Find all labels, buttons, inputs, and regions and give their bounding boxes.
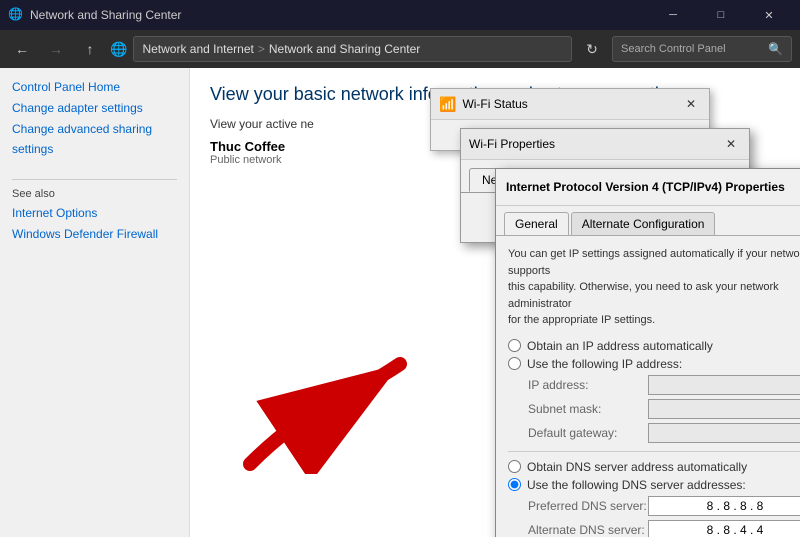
sidebar-item-windows-firewall[interactable]: Windows Defender Firewall: [12, 225, 177, 244]
search-placeholder: Search Control Panel: [621, 43, 726, 55]
sidebar-item-internet-options[interactable]: Internet Options: [12, 204, 177, 223]
wifi-props-title: Wi-Fi Properties: [469, 137, 721, 151]
sidebar-item-control-panel-home[interactable]: Control Panel Home: [12, 78, 177, 97]
window-controls: ─ □ ✕: [650, 0, 792, 30]
address-bar: ← → ↑ 🌐 Network and Internet > Network a…: [0, 30, 800, 68]
back-button[interactable]: ←: [8, 35, 36, 63]
ip-address-row: IP address:: [508, 375, 800, 395]
tcp-description: You can get IP settings assigned automat…: [508, 246, 800, 329]
obtain-ip-radio-row: Obtain an IP address automatically: [508, 339, 800, 353]
use-dns-label: Use the following DNS server addresses:: [527, 478, 746, 492]
sidebar-item-change-adapter[interactable]: Change adapter settings: [12, 99, 177, 118]
obtain-dns-label: Obtain DNS server address automatically: [527, 460, 747, 474]
wifi-status-title: Wi-Fi Status: [462, 97, 681, 111]
minimize-button[interactable]: ─: [650, 0, 696, 30]
title-bar: 🌐 Network and Sharing Center ─ □ ✕: [0, 0, 800, 30]
tab-alternate-config[interactable]: Alternate Configuration: [571, 212, 716, 235]
ip-section: Obtain an IP address automatically Use t…: [508, 339, 800, 443]
main-area: Control Panel Home Change adapter settin…: [0, 68, 800, 537]
tcp-ipv4-dialog: Internet Protocol Version 4 (TCP/IPv4) P…: [495, 168, 800, 537]
wifi-props-close[interactable]: ✕: [721, 135, 741, 153]
use-ip-radio-row: Use the following IP address:: [508, 357, 800, 371]
forward-button[interactable]: →: [42, 35, 70, 63]
tcp-titlebar: Internet Protocol Version 4 (TCP/IPv4) P…: [496, 169, 800, 206]
app-icon: 🌐: [8, 7, 24, 23]
gateway-label: Default gateway:: [528, 426, 648, 440]
use-ip-radio[interactable]: [508, 357, 521, 370]
see-also-title: See also: [12, 188, 177, 200]
ip-address-input[interactable]: [648, 375, 800, 395]
path-segment-2: Network and Sharing Center: [269, 42, 420, 56]
wifi-status-titlebar: 📶 Wi-Fi Status ✕: [431, 89, 709, 120]
gateway-row: Default gateway:: [508, 423, 800, 443]
obtain-dns-radio[interactable]: [508, 460, 521, 473]
tcp-body: You can get IP settings assigned automat…: [496, 236, 800, 537]
gateway-input[interactable]: [648, 423, 800, 443]
search-icon: 🔍: [768, 42, 783, 56]
wifi-status-close[interactable]: ✕: [681, 95, 701, 113]
refresh-button[interactable]: ↻: [578, 35, 606, 63]
preferred-dns-input[interactable]: [648, 496, 800, 516]
dns-section: Obtain DNS server address automatically …: [508, 460, 800, 537]
obtain-dns-radio-row: Obtain DNS server address automatically: [508, 460, 800, 474]
alternate-dns-label: Alternate DNS server:: [528, 523, 648, 537]
wifi-status-icon: 📶: [439, 96, 456, 113]
maximize-button[interactable]: □: [698, 0, 744, 30]
use-ip-label: Use the following IP address:: [527, 357, 682, 371]
ip-address-label: IP address:: [528, 378, 648, 392]
subnet-input[interactable]: [648, 399, 800, 419]
close-button[interactable]: ✕: [746, 0, 792, 30]
sidebar-item-change-advanced[interactable]: Change advanced sharing settings: [12, 120, 177, 158]
red-arrow: [230, 324, 430, 477]
sidebar-section-nav: Control Panel Home Change adapter settin…: [12, 78, 177, 159]
obtain-ip-label: Obtain an IP address automatically: [527, 339, 713, 353]
tab-general[interactable]: General: [504, 212, 569, 235]
tcp-title: Internet Protocol Version 4 (TCP/IPv4) P…: [506, 180, 800, 194]
content-area: View your basic network information and …: [190, 68, 800, 537]
address-path[interactable]: Network and Internet > Network and Shari…: [133, 36, 572, 62]
tcp-tabs: General Alternate Configuration: [496, 206, 800, 236]
use-dns-radio-row: Use the following DNS server addresses:: [508, 478, 800, 492]
wifi-props-titlebar: Wi-Fi Properties ✕: [461, 129, 749, 160]
sidebar: Control Panel Home Change adapter settin…: [0, 68, 190, 537]
subnet-row: Subnet mask:: [508, 399, 800, 419]
alternate-dns-row: Alternate DNS server:: [508, 520, 800, 537]
obtain-ip-radio[interactable]: [508, 339, 521, 352]
preferred-dns-row: Preferred DNS server:: [508, 496, 800, 516]
search-box[interactable]: Search Control Panel 🔍: [612, 36, 792, 62]
folder-icon: 🌐: [110, 41, 127, 58]
divider: [508, 451, 800, 452]
path-separator-1: >: [258, 42, 265, 56]
subnet-label: Subnet mask:: [528, 402, 648, 416]
up-button[interactable]: ↑: [76, 35, 104, 63]
path-segment-1: Network and Internet: [142, 42, 253, 56]
alternate-dns-input[interactable]: [648, 520, 800, 537]
window-title: Network and Sharing Center: [30, 8, 650, 22]
preferred-dns-label: Preferred DNS server:: [528, 499, 648, 513]
use-dns-radio[interactable]: [508, 478, 521, 491]
see-also-section: See also Internet Options Windows Defend…: [12, 179, 177, 244]
